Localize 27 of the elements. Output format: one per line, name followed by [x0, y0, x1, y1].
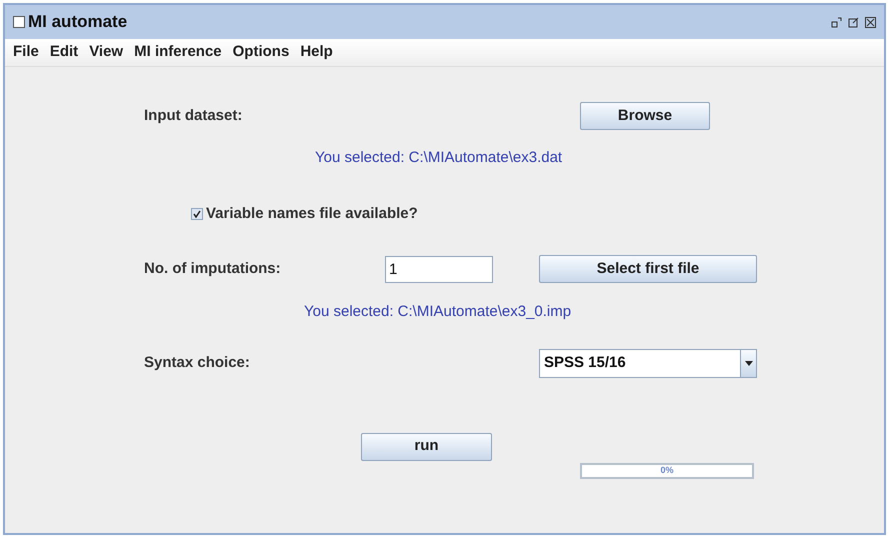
field-label: Syntax choice:: [144, 352, 251, 373]
close-icon[interactable]: [865, 16, 876, 28]
window-title: MI automate: [28, 11, 128, 34]
select-file-button[interactable]: Select first file: [539, 255, 757, 283]
menu-item[interactable]: Edit: [50, 41, 78, 64]
browse-button[interactable]: Browse: [580, 102, 710, 130]
minimize-icon[interactable]: [831, 16, 842, 28]
menu-item[interactable]: MI inference: [134, 41, 222, 64]
checkbox-label: Variable names file available?: [206, 204, 418, 224]
menu-item[interactable]: View: [89, 41, 124, 64]
field-label: No. of imputations:: [144, 258, 282, 279]
maximize-icon[interactable]: [848, 16, 859, 28]
dropdown-value: SPSS 15/16: [543, 352, 627, 373]
menu-item[interactable]: Options: [232, 41, 290, 64]
progress-text: 0%: [660, 464, 674, 477]
field-label: Input dataset:: [144, 106, 242, 126]
selected-file-text: You selected: C:\MIAutomate\ex3.dat: [315, 148, 562, 168]
selected-file-text: You selected: C:\MIAutomate\ex3_0.imp: [304, 302, 572, 322]
imputations-field[interactable]: 1: [385, 256, 493, 282]
window-icon: [13, 16, 25, 28]
menu-item[interactable]: File: [13, 41, 39, 64]
check-icon: [193, 210, 201, 218]
caret-icon: [744, 360, 752, 366]
menu-item[interactable]: Help: [300, 41, 333, 64]
run-button[interactable]: run: [361, 432, 492, 460]
syntax-dropdown[interactable]: SPSS 15/16: [539, 348, 757, 378]
checkbox[interactable]: [191, 208, 203, 220]
